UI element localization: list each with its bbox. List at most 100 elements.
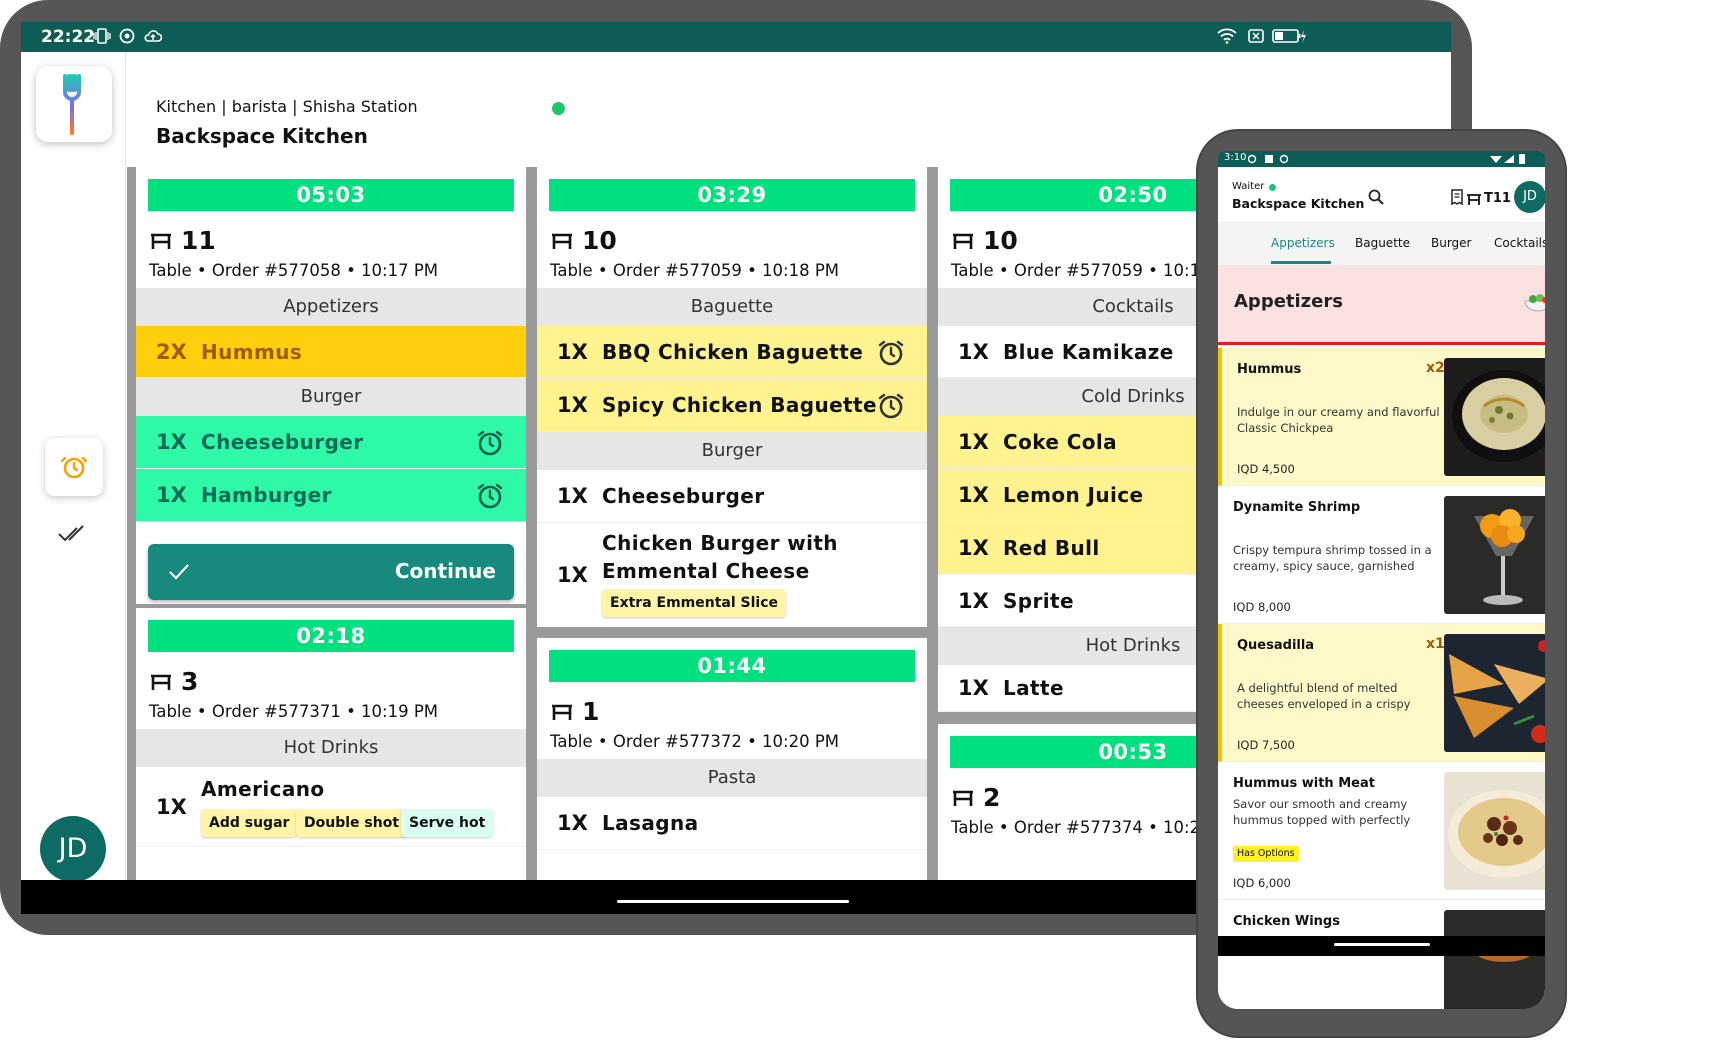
order-ticket: 05:03 11 Table • Order #577058 • 10:17 P… <box>136 167 526 604</box>
table-number-label: 10 <box>983 226 1018 255</box>
menu-item-qty: x2 <box>1426 360 1445 376</box>
category-header: Burger <box>537 432 927 470</box>
table-number-label: 11 <box>181 226 216 255</box>
order-meta: Table • Order #577059 • 10:19 <box>951 261 1211 280</box>
item-name: Hamburger <box>201 483 332 507</box>
app-logo[interactable] <box>36 66 112 142</box>
item-qty: 1X <box>156 483 187 507</box>
table-label: T11 <box>1484 191 1511 206</box>
sim-off-icon <box>1248 29 1264 43</box>
item-name: Hummus <box>201 339 303 364</box>
table-icon <box>953 233 973 249</box>
tab-baguette[interactable]: Baguette <box>1355 236 1410 250</box>
alarm-clock-icon[interactable] <box>877 339 905 367</box>
table-number-label: 10 <box>582 226 617 255</box>
category-tabs: Appetizers Baguette Burger Cocktails <box>1218 223 1545 265</box>
station-list: Kitchen | barista | Shisha Station <box>156 97 418 116</box>
table-selector[interactable]: T11 <box>1466 191 1511 206</box>
menu-item-desc: Crispy tempura shrimp tossed in a creamy… <box>1233 543 1432 573</box>
hummus-meat-photo <box>1444 772 1545 890</box>
vibrate-icon <box>93 28 111 44</box>
tab-cocktails[interactable]: Cocktails <box>1494 236 1545 250</box>
salad-icon <box>1524 294 1545 312</box>
table-icon <box>552 233 572 249</box>
menu-item-price: IQD 4,500 <box>1237 462 1295 476</box>
receipt-icon[interactable] <box>1450 189 1464 205</box>
category-header: Hot Drinks <box>136 729 526 767</box>
order-item[interactable]: 1X Cheeseburger <box>537 470 927 523</box>
phone-status-time: 3:10 <box>1224 152 1247 163</box>
active-tab-indicator <box>1271 261 1331 264</box>
cloud-upload-icon <box>144 30 162 42</box>
menu-item-name: Dynamite Shrimp <box>1233 500 1361 515</box>
signal-battery-icon <box>1490 154 1525 164</box>
item-name-line2: Emmental Cheese <box>602 559 810 583</box>
menu-item-card[interactable]: Dynamite Shrimp Crispy tempura shrimp to… <box>1218 486 1545 624</box>
table-number-label: 2 <box>983 783 1001 812</box>
table-number: 10 <box>550 226 617 255</box>
hummus-photo <box>1444 358 1545 476</box>
item-qty: 1X <box>958 430 989 454</box>
item-qty: 1X <box>557 484 588 508</box>
order-meta: Table • Order #577059 • 10:18 PM <box>550 261 840 280</box>
home-gesture-bar[interactable] <box>617 900 849 903</box>
ticket-timer: 05:03 <box>148 179 514 211</box>
continue-label: Continue <box>394 559 496 583</box>
table-number: 1 <box>550 697 599 726</box>
order-item[interactable]: 1X Lasagna <box>537 797 927 850</box>
tab-burger[interactable]: Burger <box>1431 236 1472 250</box>
menu-item-name: Hummus with Meat <box>1233 776 1375 791</box>
table-number: 2 <box>951 783 1000 812</box>
item-name: Americano <box>201 777 325 801</box>
notification-icons <box>1248 154 1288 164</box>
alarm-clock-icon[interactable] <box>476 429 504 457</box>
online-status-dot <box>552 102 565 115</box>
ticket-timer: 02:18 <box>148 620 514 652</box>
double-check-icon[interactable] <box>57 524 87 544</box>
table-icon <box>1467 193 1481 205</box>
order-item[interactable]: 1X Spicy Chicken Baguette <box>537 379 927 432</box>
kitchen-title: Backspace Kitchen <box>156 124 368 148</box>
table-number-label: 3 <box>181 667 199 696</box>
table-number: 10 <box>951 226 1018 255</box>
item-qty: 2X <box>156 339 187 364</box>
tablet-status-bar: 22:22 <box>21 22 1451 52</box>
menu-item-desc: Savor our smooth and creamy hummus toppe… <box>1233 797 1411 827</box>
order-meta: Table • Order #577058 • 10:17 PM <box>149 261 439 280</box>
table-icon <box>151 233 171 249</box>
order-ticket: 01:44 1 Table • Order #577372 • 10:20 PM… <box>537 638 927 880</box>
order-item[interactable]: 1X Cheeseburger <box>136 416 526 469</box>
order-item[interactable]: 1X Chicken Burger with Emmental Cheese E… <box>537 523 927 627</box>
category-banner: Appetizers <box>1218 265 1545 345</box>
order-item[interactable]: 1X Hamburger <box>136 469 526 522</box>
item-qty: 1X <box>156 795 187 819</box>
timer-filter-button[interactable] <box>45 438 103 496</box>
table-icon <box>953 790 973 806</box>
continue-button[interactable]: Continue <box>148 544 514 600</box>
menu-item-card[interactable]: Hummus x2 Indulge in our creamy and flav… <box>1218 348 1545 486</box>
order-ticket: 03:29 10 Table • Order #577059 • 10:18 P… <box>537 167 927 627</box>
alarm-clock-icon[interactable] <box>877 392 905 420</box>
online-status-dot <box>1269 184 1276 191</box>
menu-item-desc: Indulge in our creamy and flavorful Clas… <box>1237 405 1440 435</box>
item-name: Red Bull <box>1003 536 1100 560</box>
item-name: Spicy Chicken Baguette <box>602 393 877 417</box>
order-item[interactable]: 1X Americano Add sugar Double shot Serve… <box>136 767 526 847</box>
user-avatar[interactable]: JD <box>1514 181 1545 213</box>
user-avatar[interactable]: JD <box>40 816 106 882</box>
phone-nav-bar <box>1218 936 1545 956</box>
order-item[interactable]: 2X Hummus <box>136 326 526 378</box>
item-name: Lasagna <box>602 811 699 835</box>
menu-item-card[interactable]: Quesadilla x1 A delightful blend of melt… <box>1218 624 1545 762</box>
order-item[interactable]: 1X BBQ Chicken Baguette <box>537 326 927 379</box>
sidebar: JD <box>21 52 126 882</box>
alarm-clock-icon[interactable] <box>476 482 504 510</box>
status-time: 22:22 <box>41 27 96 47</box>
search-icon[interactable] <box>1368 189 1384 205</box>
home-gesture-bar[interactable] <box>1334 943 1430 946</box>
menu-item-card[interactable]: Hummus with Meat Savor our smooth and cr… <box>1218 762 1545 900</box>
tab-appetizers[interactable]: Appetizers <box>1271 236 1335 250</box>
item-name: Cheeseburger <box>602 484 765 508</box>
menu-item-price: IQD 7,500 <box>1237 738 1295 752</box>
item-qty: 1X <box>958 536 989 560</box>
